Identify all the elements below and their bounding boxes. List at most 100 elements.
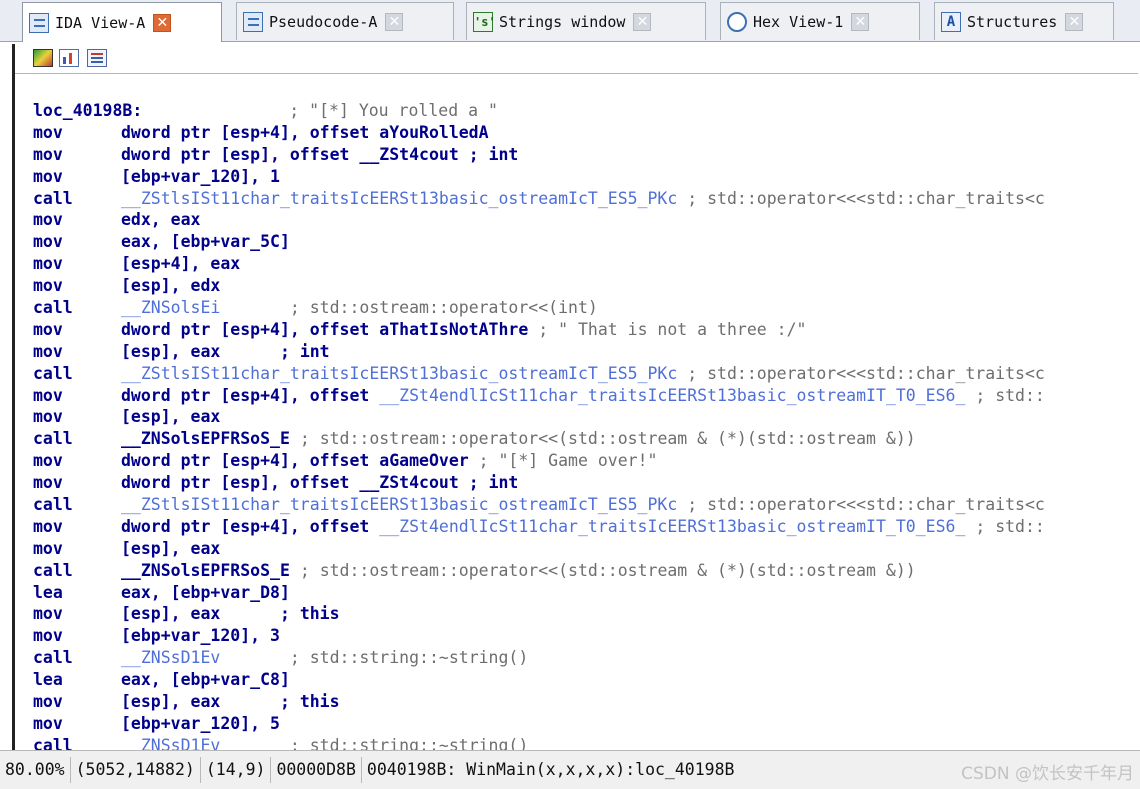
instruction-mnemonic[interactable]: mov xyxy=(33,253,121,275)
symbol-reference[interactable]: __ZStlsISt11char_traitsIcEERSt13basic_os… xyxy=(121,495,677,514)
symbol-reference[interactable]: __ZSt4endlIcSt11char_traitsIcEERSt13basi… xyxy=(379,517,965,536)
instruction-mnemonic[interactable]: call xyxy=(33,297,121,319)
instruction-operand[interactable]: eax, [ebp+var_C8] xyxy=(121,670,290,689)
instruction-operand[interactable]: __ZNSolsEPFRSoS_E xyxy=(121,561,290,580)
disassembly-listing[interactable]: loc_40198B:; "[*] You rolled a " mov dwor… xyxy=(33,100,1137,750)
tab-label: Pseudocode-A xyxy=(269,12,378,31)
instruction-operand[interactable]: [ebp+var_120], 5 xyxy=(121,714,280,733)
instruction-mnemonic[interactable]: mov xyxy=(33,472,121,494)
close-icon[interactable]: ✕ xyxy=(851,12,870,31)
strings-icon: 's' xyxy=(473,11,496,32)
instruction-comment: ; std::operator<<<std::char_traits<c xyxy=(677,188,1045,208)
instruction-operand[interactable]: ; int xyxy=(220,342,330,361)
instruction-mnemonic[interactable]: mov xyxy=(33,450,121,472)
instruction-operand[interactable]: dword ptr [esp+4], offset xyxy=(121,386,379,405)
instruction-mnemonic[interactable]: mov xyxy=(33,166,121,188)
instruction-mnemonic[interactable]: lea xyxy=(33,582,121,604)
code-line: mov dword ptr [esp], offset __ZSt4cout ; … xyxy=(33,144,1137,166)
instruction-comment: ; " That is not a three :/" xyxy=(528,319,807,339)
tab-hex-view-1[interactable]: Hex View-1 ✕ xyxy=(720,2,920,40)
instruction-operand[interactable]: [esp], edx xyxy=(121,276,220,295)
instruction-operand[interactable]: ; this xyxy=(220,692,340,711)
instruction-mnemonic[interactable]: mov xyxy=(33,144,121,166)
instruction-operand[interactable]: edx, eax xyxy=(121,210,200,229)
tab-strings-window[interactable]: 's' Strings window ✕ xyxy=(466,2,706,40)
close-icon[interactable]: ✕ xyxy=(633,12,652,31)
instruction-operand[interactable]: dword ptr [esp], offset xyxy=(121,145,359,164)
instruction-operand[interactable]: __ZSt4cout xyxy=(359,473,458,492)
instruction-mnemonic[interactable]: mov xyxy=(33,341,121,363)
view-toolbar xyxy=(15,44,1138,74)
code-line: mov [esp], eax xyxy=(33,406,1137,428)
instruction-mnemonic[interactable]: mov xyxy=(33,713,121,735)
symbol-reference[interactable]: __ZStlsISt11char_traitsIcEERSt13basic_os… xyxy=(121,364,677,383)
instruction-mnemonic[interactable]: call xyxy=(33,428,121,450)
tab-pseudocode-a[interactable]: Pseudocode-A ✕ xyxy=(236,2,454,40)
symbol-reference[interactable]: __ZNSsD1Ev xyxy=(121,648,220,667)
instruction-operand[interactable]: ; int xyxy=(459,473,519,492)
tab-ida-view-a[interactable]: IDA View-A ✕ xyxy=(22,2,222,42)
instruction-mnemonic[interactable]: mov xyxy=(33,122,121,144)
proximity-view-icon[interactable] xyxy=(87,49,107,67)
instruction-mnemonic[interactable]: mov xyxy=(33,406,121,428)
symbol-reference[interactable]: __ZNSsD1Ev xyxy=(121,736,220,750)
instruction-mnemonic[interactable]: mov xyxy=(33,625,121,647)
instruction-operand[interactable]: dword ptr [esp], offset xyxy=(121,473,359,492)
close-icon[interactable]: ✕ xyxy=(153,13,172,32)
code-label[interactable]: loc_40198B: xyxy=(33,101,142,120)
instruction-operand[interactable]: [esp], eax xyxy=(121,407,220,426)
instruction-operand[interactable]: ; int xyxy=(459,145,519,164)
instruction-mnemonic[interactable]: call xyxy=(33,494,121,516)
instruction-mnemonic[interactable]: mov xyxy=(33,538,121,560)
instruction-operand[interactable]: [esp], eax xyxy=(121,692,220,711)
symbol-reference[interactable]: __ZNSolsEi xyxy=(121,298,220,317)
symbol-reference[interactable]: __ZStlsISt11char_traitsIcEERSt13basic_os… xyxy=(121,189,677,208)
instruction-operand[interactable]: [esp], eax xyxy=(121,604,220,623)
instruction-operand[interactable]: dword ptr [esp+4], offset aGameOver xyxy=(121,451,469,470)
instruction-mnemonic[interactable]: mov xyxy=(33,691,121,713)
symbol-reference[interactable]: __ZSt4endlIcSt11char_traitsIcEERSt13basi… xyxy=(379,386,965,405)
label-comment: ; "[*] You rolled a " xyxy=(289,101,498,120)
instruction-operand[interactable]: [ebp+var_120], 3 xyxy=(121,626,280,645)
instruction-operand[interactable]: dword ptr [esp+4], offset xyxy=(121,123,379,142)
graph-overview-icon[interactable] xyxy=(33,49,53,67)
instruction-mnemonic[interactable]: mov xyxy=(33,385,121,407)
instruction-operand[interactable]: dword ptr [esp+4], offset xyxy=(121,517,379,536)
instruction-mnemonic[interactable]: call xyxy=(33,735,121,750)
instruction-operand[interactable]: dword ptr [esp+4], offset aThatIsNotAThr… xyxy=(121,320,528,339)
instruction-operand[interactable]: eax, [ebp+var_5C] xyxy=(121,232,290,251)
status-file-offset: 00000D8B xyxy=(271,757,362,783)
tab-label: Hex View-1 xyxy=(753,12,844,31)
code-line: mov dword ptr [esp+4], offset __ZSt4endlI… xyxy=(33,516,1137,538)
close-icon[interactable]: ✕ xyxy=(385,12,404,31)
close-icon[interactable]: ✕ xyxy=(1065,12,1084,31)
instruction-operand[interactable]: [esp+4], eax xyxy=(121,254,240,273)
tab-structures[interactable]: A Structures ✕ xyxy=(934,2,1114,40)
instruction-mnemonic[interactable]: call xyxy=(33,647,121,669)
instruction-mnemonic[interactable]: mov xyxy=(33,516,121,538)
instruction-operand[interactable]: ; this xyxy=(220,604,340,623)
code-line: call __ZNSolsEi ; std::ostream::operator<… xyxy=(33,297,1137,319)
instruction-mnemonic[interactable]: lea xyxy=(33,669,121,691)
instruction-operand[interactable]: __ZSt4cout xyxy=(359,145,458,164)
instruction-operand[interactable]: eax, [ebp+var_D8] xyxy=(121,583,290,602)
instruction-mnemonic[interactable]: call xyxy=(33,363,121,385)
instruction-operand[interactable]: aYouRolledA xyxy=(379,123,488,142)
instruction-operand[interactable]: [esp], eax xyxy=(121,539,220,558)
chart-icon[interactable] xyxy=(59,49,79,67)
status-bar: 80.00% (5052,14882) (14,9) 00000D8B 0040… xyxy=(0,750,1140,789)
instruction-mnemonic[interactable]: mov xyxy=(33,209,121,231)
instruction-comment: ; std::operator<<<std::char_traits<c xyxy=(677,495,1045,515)
code-line: mov [esp], eax xyxy=(33,538,1137,560)
instruction-mnemonic[interactable]: mov xyxy=(33,319,121,341)
instruction-operand[interactable]: [ebp+var_120], 1 xyxy=(121,167,280,186)
hex-icon xyxy=(727,11,747,32)
instruction-comment: ; "[*] Game over!" xyxy=(468,451,658,471)
instruction-operand[interactable]: __ZNSolsEPFRSoS_E xyxy=(121,429,290,448)
instruction-operand[interactable]: [esp], eax xyxy=(121,342,220,361)
instruction-mnemonic[interactable]: mov xyxy=(33,275,121,297)
instruction-mnemonic[interactable]: mov xyxy=(33,603,121,625)
instruction-mnemonic[interactable]: call xyxy=(33,188,121,210)
instruction-mnemonic[interactable]: call xyxy=(33,560,121,582)
instruction-mnemonic[interactable]: mov xyxy=(33,231,121,253)
